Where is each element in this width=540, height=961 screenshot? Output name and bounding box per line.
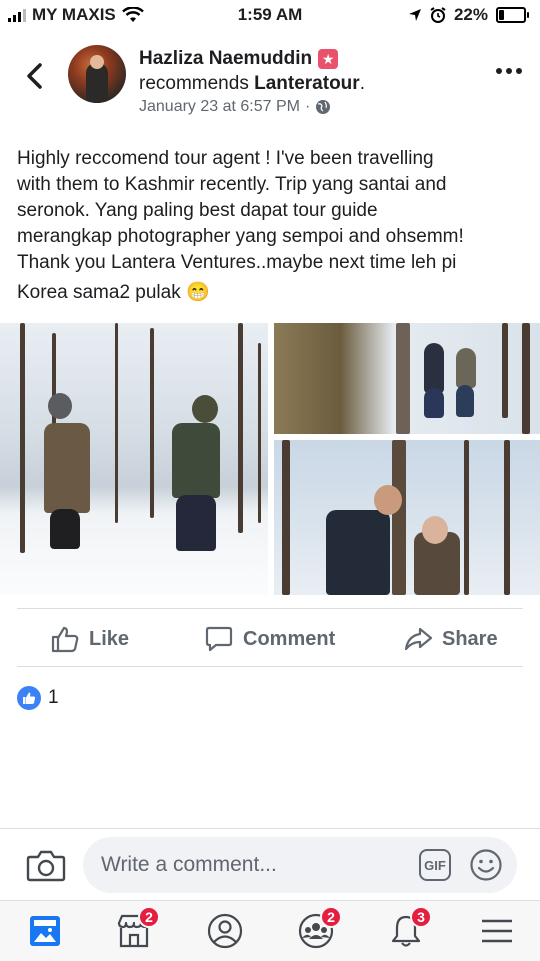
post-line: Korea sama2 pulak (17, 282, 181, 303)
battery-percent: 22% (453, 5, 488, 24)
photo-forest-walk[interactable] (274, 323, 540, 434)
recommendation-star-icon: ★ (318, 49, 339, 69)
comment-label: Comment (243, 627, 336, 650)
alarm-icon (430, 7, 446, 23)
divider (17, 608, 523, 609)
profile-icon (207, 913, 243, 949)
hamburger-menu-icon (482, 919, 512, 943)
recommends-suffix: . (359, 73, 365, 94)
battery-icon (496, 7, 529, 23)
like-label: Like (89, 627, 130, 650)
comment-input[interactable]: Write a comment... GIF (83, 837, 517, 893)
comment-placeholder: Write a comment... (101, 853, 277, 876)
share-arrow-icon (404, 627, 433, 651)
nav-marketplace[interactable]: 2 (114, 906, 160, 951)
grin-emoji: 😁 (186, 282, 210, 303)
camera-icon[interactable] (26, 847, 66, 883)
recommends-text: recommends (139, 73, 249, 94)
divider (17, 666, 523, 667)
share-button[interactable]: Share (403, 624, 498, 654)
post-line: seronok. Yang paling best dapat tour gui… (17, 200, 378, 221)
meta-separator: · (304, 98, 311, 115)
recommends-line: recommends Lanteratour. (139, 73, 365, 95)
location-arrow-icon (408, 9, 421, 21)
photo-selfie[interactable] (274, 440, 540, 595)
post-line-last: Korea sama2 pulak 😁 (17, 280, 527, 306)
back-arrow-icon[interactable] (22, 60, 50, 92)
photo-grid (0, 323, 540, 595)
author-line: Hazliza Naemuddin ★ (139, 48, 339, 70)
nav-profile[interactable] (205, 911, 245, 951)
share-label: Share (442, 627, 498, 650)
author-name[interactable]: Hazliza Naemuddin (139, 48, 312, 70)
bottom-nav: 2 2 3 (0, 900, 540, 961)
post-actions: Like Comment Share (0, 612, 540, 666)
notifications-badge: 3 (410, 906, 432, 928)
like-button[interactable]: Like (50, 624, 129, 654)
comment-bubble-icon (205, 626, 233, 652)
avatar[interactable] (68, 45, 126, 103)
post-line: with them to Kashmir recently. Trip yang… (17, 174, 447, 195)
photo-snow-couple[interactable] (0, 323, 268, 595)
post-line: Thank you Lantera Ventures..maybe next t… (17, 252, 457, 273)
news-feed-icon (30, 916, 60, 946)
post-line: Highly reccomend tour agent ! I've been … (17, 148, 434, 169)
comment-bar: Write a comment... GIF (0, 828, 540, 901)
reaction-count: 1 (48, 687, 59, 708)
post-body: Highly reccomend tour agent ! I've been … (17, 146, 527, 306)
nav-groups[interactable]: 2 (296, 906, 342, 951)
reaction-summary[interactable]: 1 (17, 686, 59, 710)
page-name-link[interactable]: Lanteratour (254, 73, 360, 94)
nav-news-feed[interactable] (25, 911, 65, 951)
post-line: merangkap photographer yang sempoi and o… (17, 226, 464, 247)
post-timestamp[interactable]: January 23 at 6:57 PM (139, 98, 300, 116)
post-meta: January 23 at 6:57 PM · (139, 98, 331, 116)
emoji-icon[interactable] (469, 848, 503, 882)
nav-notifications[interactable]: 3 (386, 906, 432, 951)
gif-button[interactable]: GIF (419, 849, 451, 881)
like-reaction-icon (17, 686, 41, 710)
marketplace-badge: 2 (138, 906, 160, 928)
globe-icon (316, 100, 331, 114)
status-bar: MY MAXIS 1:59 AM 22% (0, 0, 540, 32)
comment-button[interactable]: Comment (204, 624, 335, 654)
thumbs-up-icon (51, 626, 79, 653)
groups-badge: 2 (320, 906, 342, 928)
more-options-icon[interactable] (496, 68, 522, 74)
nav-menu[interactable] (477, 911, 517, 951)
